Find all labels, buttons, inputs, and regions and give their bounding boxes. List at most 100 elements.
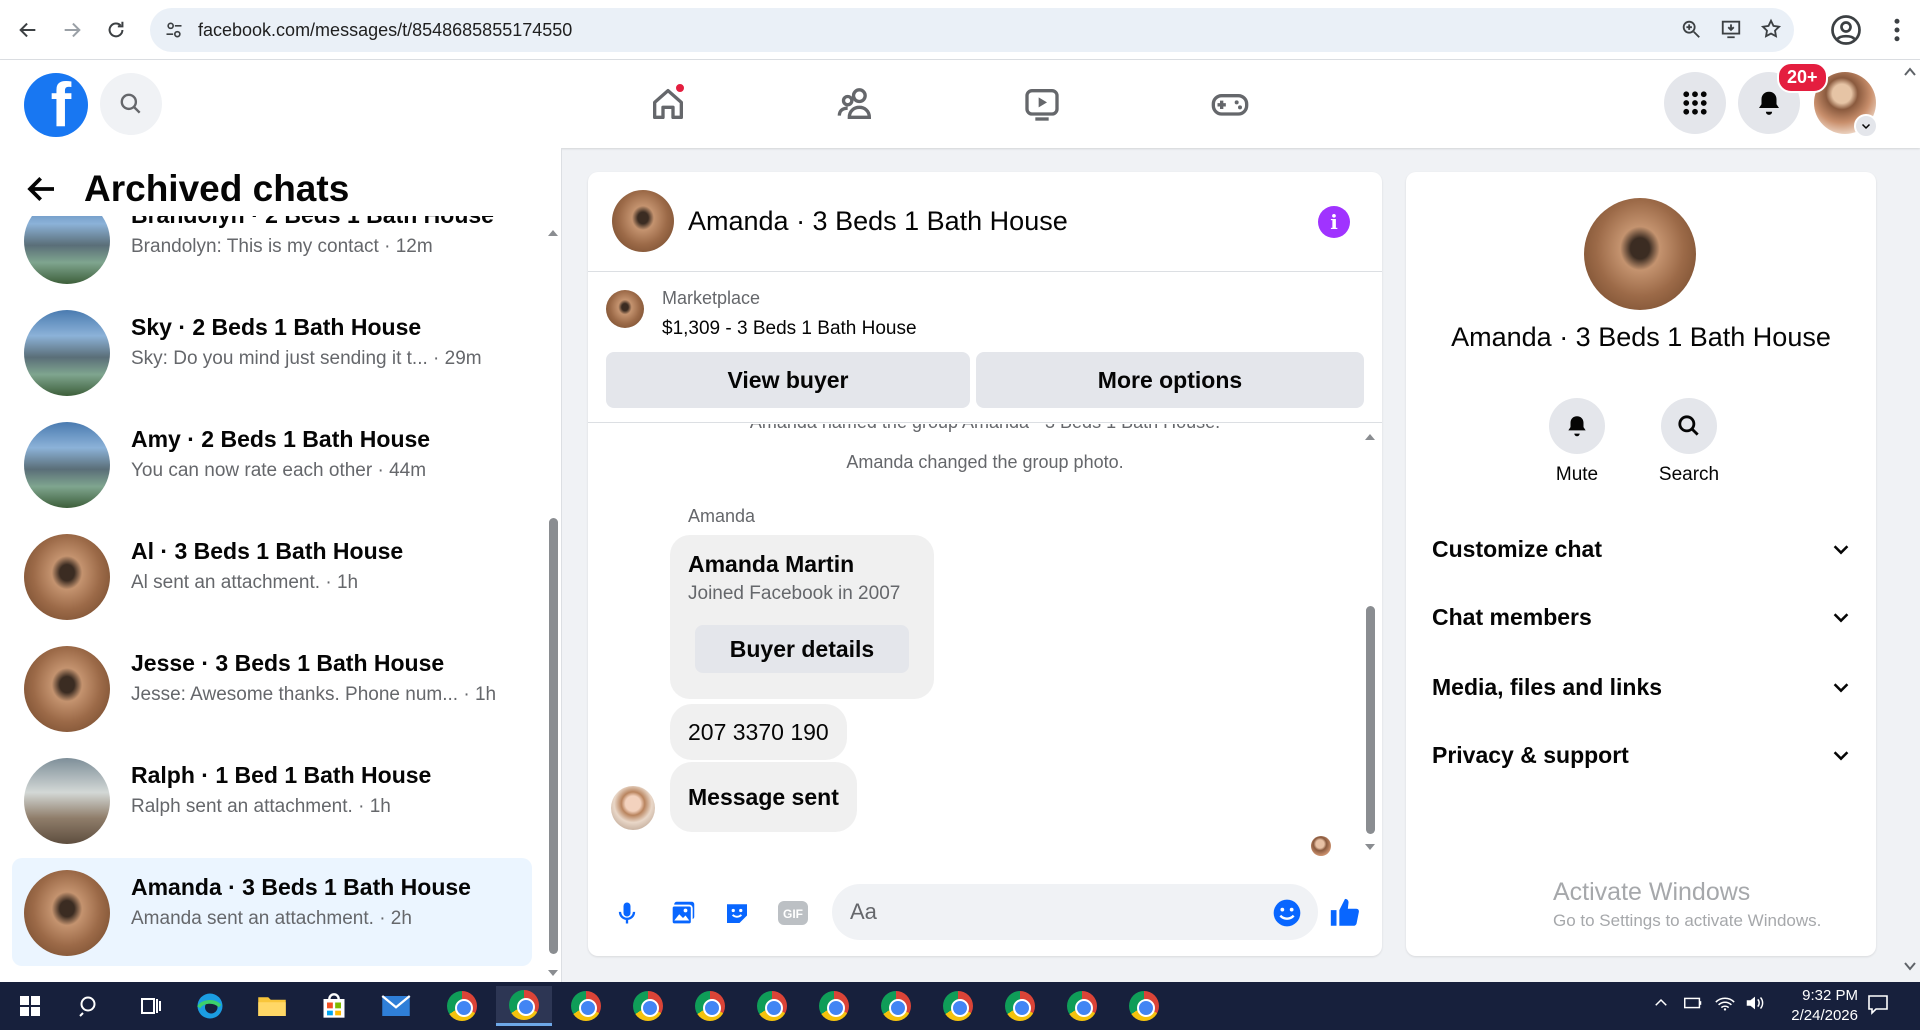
taskbar-search-icon[interactable] (62, 986, 118, 1026)
buyer-card: Amanda Martin Joined Facebook in 2007 Bu… (670, 535, 934, 699)
message-bubble[interactable]: 207 3370 190 (670, 704, 847, 760)
chrome-window-icon[interactable] (930, 986, 986, 1026)
video-icon (1025, 89, 1059, 121)
start-icon[interactable] (2, 986, 58, 1026)
chat-item-ralph[interactable]: Ralph · 1 Bed 1 Bath House Ralph sent an… (12, 746, 532, 854)
message-input[interactable] (832, 884, 1318, 940)
sticker-icon[interactable] (718, 894, 756, 932)
chat-item-jesse[interactable]: Jesse · 3 Beds 1 Bath House Jesse: Aweso… (12, 634, 532, 742)
search-in-chat-button[interactable]: Search (1644, 398, 1734, 486)
chat-list-scrollbar[interactable] (546, 228, 560, 982)
url-text[interactable]: facebook.com/messages/t/8548685855174550 (198, 20, 572, 41)
listing-title[interactable]: $1,309 - 3 Beds 1 Bath House (662, 318, 917, 340)
buyer-details-button[interactable]: Buyer details (695, 625, 909, 673)
chat-snippet: Amanda sent an attachment. · 2h (131, 908, 412, 929)
chat-name: Jesse · 3 Beds 1 Bath House (131, 650, 445, 676)
messages-scrollbar[interactable] (1362, 432, 1378, 852)
account-chevron-icon[interactable] (1854, 114, 1878, 138)
back-icon[interactable] (8, 10, 48, 50)
chrome-window-icon[interactable] (558, 986, 614, 1026)
section-label: Customize chat (1432, 535, 1602, 562)
gaming-icon (1211, 94, 1249, 116)
chrome-window-icon[interactable] (682, 986, 738, 1026)
chat-item-sky[interactable]: Sky · 2 Beds 1 Bath House Sky: Do you mi… (12, 298, 532, 406)
svg-text:GIF: GIF (783, 907, 803, 921)
browser-menu-icon[interactable] (1882, 12, 1912, 48)
edge-icon[interactable] (182, 986, 238, 1026)
facebook-logo[interactable]: f (24, 73, 88, 137)
nav-home[interactable] (638, 74, 698, 134)
info-icon[interactable]: i (1318, 206, 1350, 238)
browser-profile-icon[interactable] (1828, 12, 1864, 48)
zoom-icon[interactable] (1680, 18, 1702, 40)
bookmark-star-icon[interactable] (1760, 18, 1782, 40)
chrome-window-icon[interactable] (434, 986, 490, 1026)
nav-gaming[interactable] (1200, 74, 1260, 134)
address-bar[interactable]: facebook.com/messages/t/8548685855174550 (150, 8, 1794, 52)
section-privacy-support[interactable]: Privacy & support (1432, 730, 1852, 780)
store-icon[interactable] (306, 986, 362, 1026)
file-explorer-icon[interactable] (244, 986, 300, 1026)
page-scrollbar[interactable] (1900, 60, 1920, 982)
nav-friends[interactable] (826, 74, 886, 134)
bell-icon (1568, 416, 1586, 437)
photo-icon[interactable] (664, 894, 702, 932)
search-button[interactable] (100, 73, 162, 135)
archived-chats-panel: Archived chats Brandolyn · 2 Beds 1 Bath… (0, 148, 562, 982)
system-message: Amanda changed the group photo. (846, 452, 1124, 472)
like-icon[interactable] (1326, 894, 1364, 932)
message-bubble[interactable]: Message sent (670, 762, 857, 832)
view-buyer-button[interactable]: View buyer (606, 352, 970, 408)
chrome-window-icon[interactable] (806, 986, 862, 1026)
section-label: Media, files and links (1432, 673, 1663, 700)
back-arrow-icon[interactable] (26, 173, 58, 205)
mute-label: Mute (1555, 464, 1599, 485)
chrome-window-icon[interactable] (1054, 986, 1110, 1026)
chrome-window-icon[interactable] (496, 986, 552, 1026)
volume-icon[interactable] (1744, 994, 1766, 1017)
chat-name: Brandolyn · 2 Beds 1 Bath House (131, 216, 494, 229)
chat-snippet: Jesse: Awesome thanks. Phone num... · 1h (131, 684, 497, 705)
tray-chevron-icon[interactable] (1652, 994, 1670, 1017)
section-media-files-links[interactable]: Media, files and links (1432, 662, 1852, 712)
nav-video[interactable] (1012, 74, 1072, 134)
more-options-button[interactable]: More options (976, 352, 1364, 408)
wifi-icon[interactable] (1714, 994, 1736, 1017)
chrome-window-icon[interactable] (1116, 986, 1172, 1026)
sender-avatar[interactable] (611, 786, 655, 830)
action-center-icon[interactable] (1866, 992, 1890, 1021)
install-app-icon[interactable] (1720, 18, 1742, 40)
chrome-window-icon[interactable] (620, 986, 676, 1026)
listing-thumbnail[interactable] (606, 290, 644, 328)
gif-icon[interactable]: GIF (774, 894, 812, 932)
chrome-window-icon[interactable] (744, 986, 800, 1026)
microphone-icon[interactable] (608, 894, 646, 932)
emoji-icon[interactable] (1268, 894, 1306, 932)
forward-icon[interactable] (52, 10, 92, 50)
chat-item-brandolyn[interactable]: Brandolyn · 2 Beds 1 Bath House Brandoly… (12, 216, 532, 294)
section-customize-chat[interactable]: Customize chat (1432, 524, 1852, 574)
chrome-window-icon[interactable] (992, 986, 1048, 1026)
conversation-avatar[interactable] (612, 190, 674, 252)
message-composer: GIF (588, 872, 1382, 956)
archived-chats-header: Archived chats (26, 168, 349, 210)
mail-icon[interactable] (368, 986, 424, 1026)
chat-item-amanda[interactable]: Amanda · 3 Beds 1 Bath House Amanda sent… (12, 858, 532, 966)
chat-thumbnail (24, 646, 110, 732)
mute-button[interactable]: Mute (1532, 398, 1622, 486)
section-chat-members[interactable]: Chat members (1432, 592, 1852, 642)
site-info-icon[interactable] (164, 20, 184, 40)
chat-item-amy[interactable]: Amy · 2 Beds 1 Bath House You can now ra… (12, 410, 532, 518)
chrome-window-icon[interactable] (868, 986, 924, 1026)
reload-icon[interactable] (96, 10, 136, 50)
facebook-topbar: f (0, 60, 1920, 148)
task-view-icon[interactable] (122, 986, 178, 1026)
taskbar-clock[interactable]: 9:32 PM 2/24/2026 (1768, 986, 1858, 1026)
conversation-title[interactable]: Amanda · 3 Beds 1 Bath House (688, 206, 1068, 237)
search-icon (1678, 415, 1699, 436)
chat-info-avatar[interactable] (1584, 198, 1696, 310)
menu-button[interactable] (1664, 72, 1726, 134)
chat-item-al[interactable]: Al · 3 Beds 1 Bath House Al sent an atta… (12, 522, 532, 630)
chat-snippet: You can now rate each other · 44m (131, 460, 427, 481)
battery-icon[interactable] (1682, 994, 1704, 1017)
